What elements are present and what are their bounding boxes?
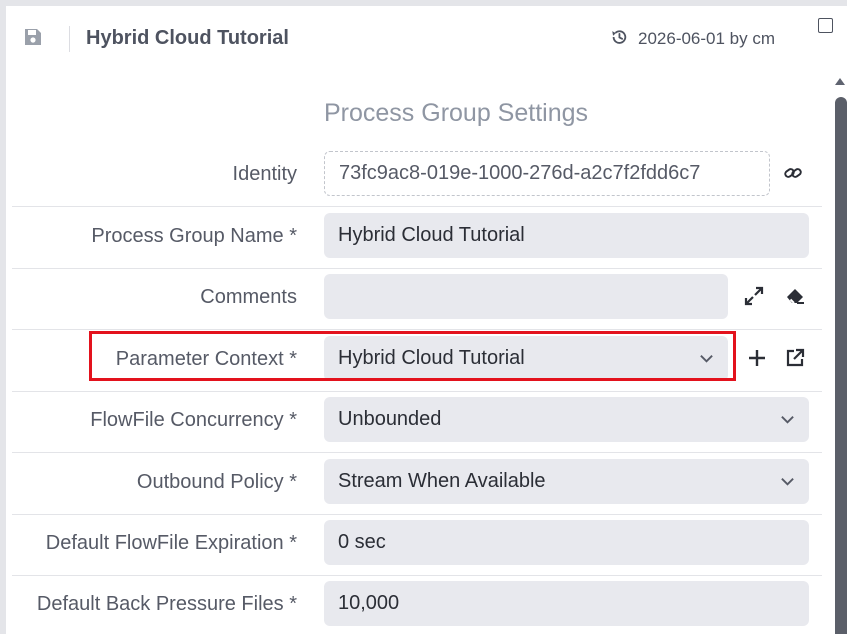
outbound-policy-value: Stream When Available xyxy=(338,470,546,492)
eraser-icon[interactable] xyxy=(784,285,806,307)
expiration-row: Default FlowFile Expiration * 0 sec xyxy=(12,514,822,576)
back-pressure-input[interactable]: 10,000 xyxy=(324,581,809,626)
parameter-context-row: Parameter Context * Hybrid Cloud Tutoria… xyxy=(12,330,822,392)
expand-icon[interactable] xyxy=(743,285,765,307)
concurrency-row: FlowFile Concurrency * Unbounded xyxy=(12,391,822,453)
comments-row: Comments xyxy=(12,268,822,330)
identity-row: Identity 73fc9ac8-019e-1000-276d-a2c7f2f… xyxy=(12,145,822,207)
chevron-down-icon xyxy=(781,416,794,424)
name-row: Process Group Name * Hybrid Cloud Tutori… xyxy=(12,207,822,269)
scroll-up-arrow[interactable] xyxy=(835,78,845,85)
identity-field[interactable]: 73fc9ac8-019e-1000-276d-a2c7f2fdd6c7 xyxy=(324,151,770,196)
plus-icon[interactable] xyxy=(746,347,768,369)
link-icon[interactable] xyxy=(782,162,804,184)
parameter-context-label: Parameter Context * xyxy=(115,348,297,370)
comments-input[interactable] xyxy=(324,274,728,319)
header: Hybrid Cloud Tutorial 2026-06-01 by cm xyxy=(6,6,847,70)
name-label: Process Group Name * xyxy=(91,225,297,247)
header-divider xyxy=(69,26,70,52)
name-value: Hybrid Cloud Tutorial xyxy=(338,224,525,246)
concurrency-label: FlowFile Concurrency * xyxy=(90,409,297,431)
name-input[interactable]: Hybrid Cloud Tutorial xyxy=(324,213,809,258)
outbound-policy-select[interactable]: Stream When Available xyxy=(324,459,809,504)
parameter-context-select[interactable]: Hybrid Cloud Tutorial xyxy=(324,336,728,381)
chevron-down-icon xyxy=(781,478,794,486)
section-title: Process Group Settings xyxy=(324,99,589,127)
header-title: Hybrid Cloud Tutorial xyxy=(86,27,289,49)
parameter-context-value: Hybrid Cloud Tutorial xyxy=(338,347,525,369)
back-pressure-value: 10,000 xyxy=(338,592,400,614)
external-link-icon[interactable] xyxy=(784,347,806,369)
concurrency-select[interactable]: Unbounded xyxy=(324,397,809,442)
select-checkbox[interactable] xyxy=(818,18,833,33)
identity-value: 73fc9ac8-019e-1000-276d-a2c7f2fdd6c7 xyxy=(339,162,701,184)
identity-label: Identity xyxy=(232,163,297,185)
last-modified: 2026-06-01 by cm xyxy=(638,29,776,48)
expiration-input[interactable]: 0 sec xyxy=(324,520,809,565)
scrollbar-thumb[interactable] xyxy=(835,97,847,634)
outbound-policy-row: Outbound Policy * Stream When Available xyxy=(12,453,822,515)
save-icon[interactable] xyxy=(23,27,43,47)
history-icon[interactable] xyxy=(610,28,628,46)
back-pressure-row: Default Back Pressure Files * 10,000 xyxy=(12,575,822,634)
back-pressure-label: Default Back Pressure Files * xyxy=(36,593,297,615)
expiration-value: 0 sec xyxy=(338,531,386,553)
outbound-policy-label: Outbound Policy * xyxy=(136,471,297,493)
comments-label: Comments xyxy=(200,286,297,308)
expiration-label: Default FlowFile Expiration * xyxy=(45,532,297,554)
concurrency-value: Unbounded xyxy=(338,408,442,430)
settings-panel: Hybrid Cloud Tutorial 2026-06-01 by cm P… xyxy=(6,6,847,634)
chevron-down-icon xyxy=(700,355,713,363)
